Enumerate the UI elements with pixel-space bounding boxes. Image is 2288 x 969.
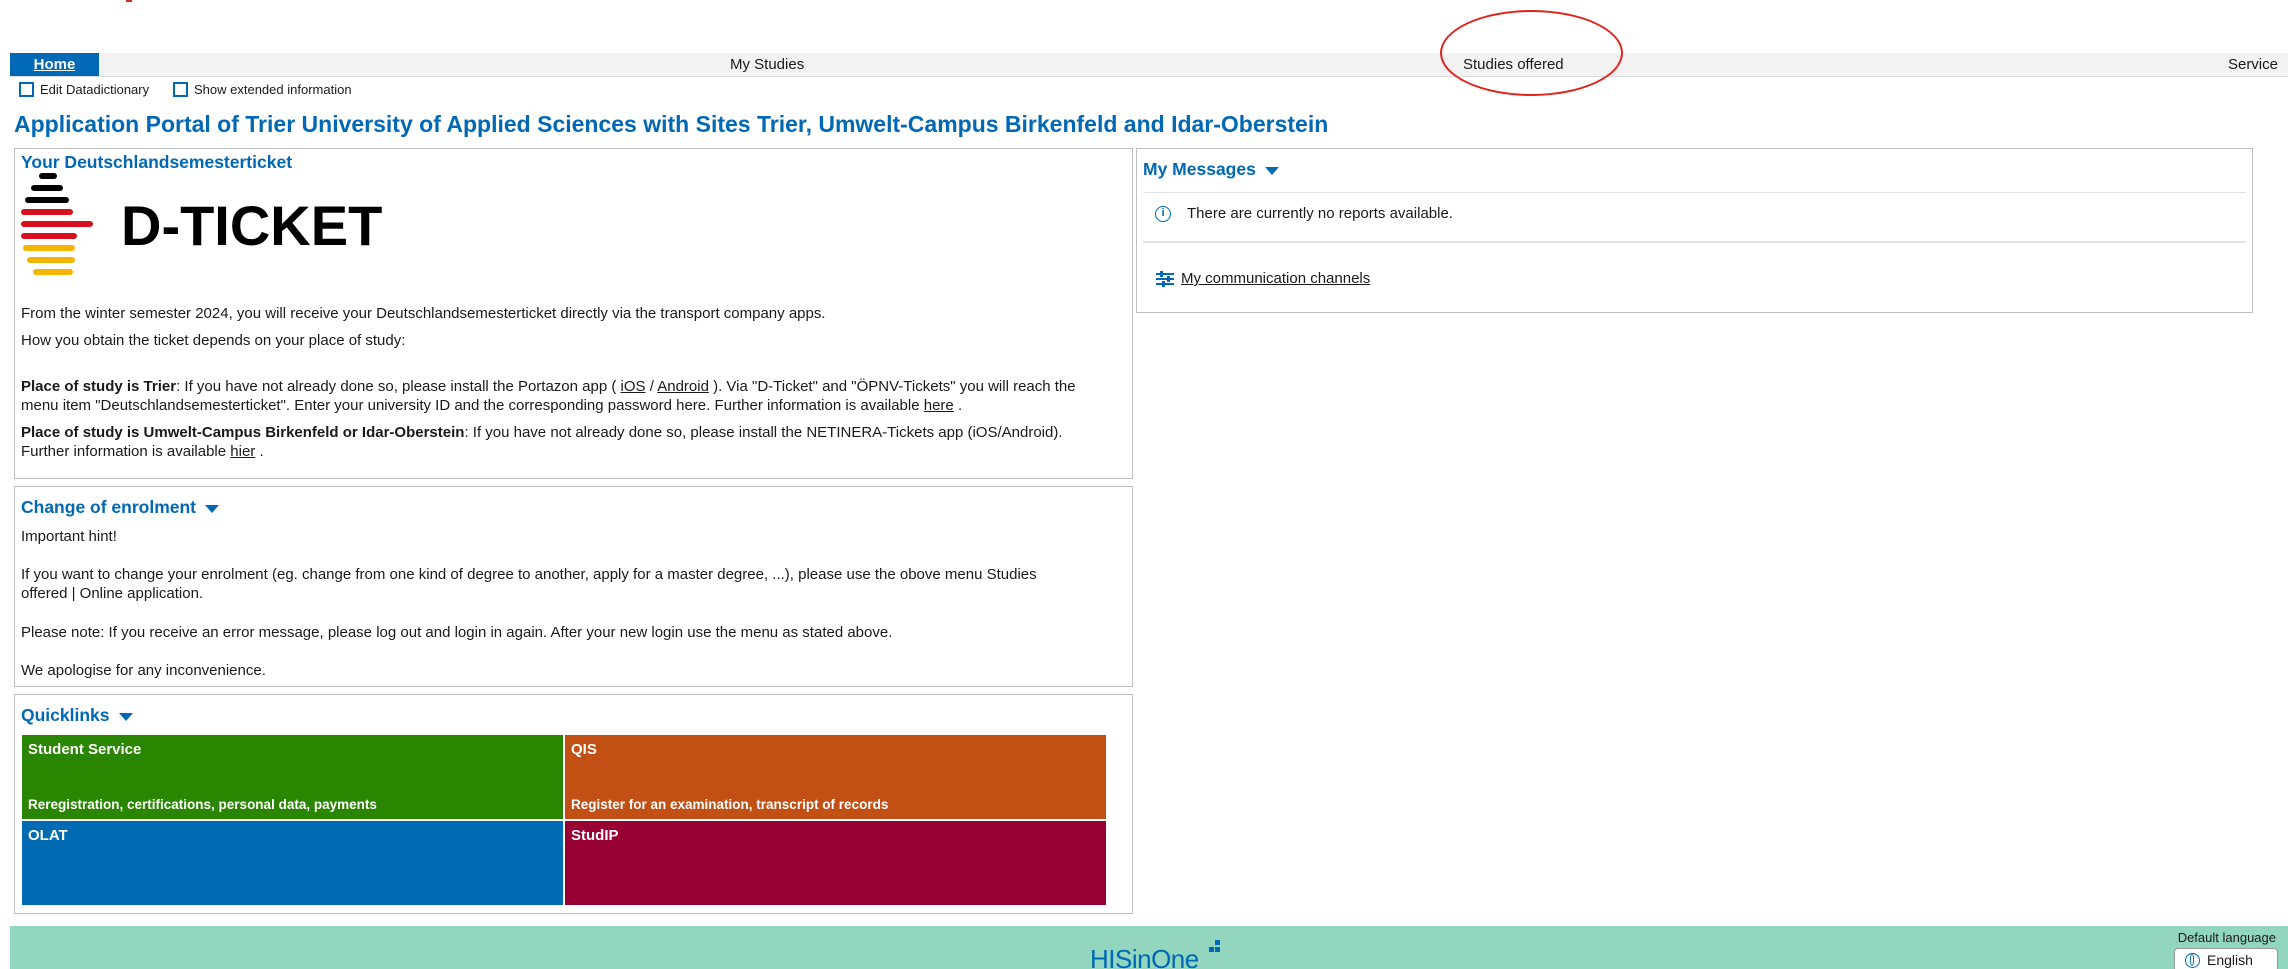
- dticket-panel: Your Deutschlandsemesterticket D-TICKET …: [14, 148, 1133, 479]
- quicklink-olat[interactable]: OLAT: [22, 821, 563, 905]
- ios-link[interactable]: iOS: [621, 378, 646, 395]
- enrolment-line-2: offered | Online application.: [21, 585, 204, 602]
- language-label: Default language: [2177, 930, 2276, 945]
- globe-icon: [2185, 952, 2200, 968]
- checkbox[interactable]: [173, 82, 188, 97]
- chevron-down-icon[interactable]: [205, 505, 220, 514]
- quicklinks-header[interactable]: Quicklinks: [21, 705, 133, 726]
- nav-home[interactable]: Home: [10, 53, 99, 76]
- dticket-panel-title: Your Deutschlandsemesterticket: [21, 152, 293, 172]
- chevron-down-icon[interactable]: [118, 713, 133, 722]
- enrolment-hint: Important hint!: [21, 528, 117, 545]
- quicklink-studip[interactable]: StudIP: [565, 821, 1106, 905]
- trier-text-b: ). Via "D-Ticket" and "ÖPNV-Tickets" you…: [708, 378, 1076, 395]
- quicklinks-title: Quicklinks: [21, 705, 110, 725]
- dticket-intro-2: How you obtain the ticket depends on you…: [21, 332, 406, 349]
- enrolment-line-1: If you want to change your enrolment (eg…: [21, 566, 1037, 583]
- dticket-ucb-paragraph: Place of study is Umwelt-Campus Birkenfe…: [21, 423, 1131, 461]
- tile-subtitle: Register for an examination, transcript …: [571, 797, 889, 812]
- communication-channels-link[interactable]: My communication channels: [1155, 270, 1370, 287]
- tile-subtitle: Reregistration, certifications, personal…: [28, 797, 377, 812]
- dticket-logo: D-TICKET: [21, 173, 382, 275]
- messages-panel: My Messages i There are currently no rep…: [1136, 148, 2253, 313]
- quicklink-student-service[interactable]: Student Service Reregistration, certific…: [22, 735, 563, 819]
- main-navigation: Home My Studies Studies offered Service: [10, 53, 2288, 77]
- messages-title: My Messages: [1143, 159, 1256, 179]
- show-extended-toggle[interactable]: Show extended information: [173, 82, 352, 97]
- language-select[interactable]: English: [2174, 948, 2278, 969]
- info-icon: i: [1155, 205, 1171, 222]
- header-logo-fragment: [126, 0, 132, 2]
- trier-text-a: : If you have not already done so, pleas…: [176, 378, 621, 395]
- hier-link[interactable]: hier: [230, 443, 255, 460]
- checkbox[interactable]: [19, 82, 34, 97]
- divider: [1143, 241, 2246, 243]
- page-title: Application Portal of Trier University o…: [14, 111, 1329, 137]
- divider: [1143, 192, 2246, 193]
- messages-header[interactable]: My Messages: [1143, 159, 1279, 180]
- enrolment-line-3: Please note: If you receive an error mes…: [21, 624, 893, 641]
- communication-channels-label: My communication channels: [1181, 270, 1371, 287]
- dticket-intro-1: From the winter semester 2024, you will …: [21, 305, 826, 322]
- sliders-icon: [1156, 270, 1174, 287]
- ucb-text-a: : If you have not already done so, pleas…: [464, 424, 1063, 441]
- messages-empty-row: i There are currently no reports availab…: [1155, 205, 1453, 222]
- period: .: [255, 443, 264, 460]
- quicklink-qis[interactable]: QIS Register for an examination, transcr…: [565, 735, 1106, 819]
- footer: HISinOne Default language English: [10, 926, 2288, 969]
- enrolment-paragraph-1: If you want to change your enrolment (eg…: [21, 565, 1131, 603]
- language-value: English: [2207, 952, 2253, 968]
- enrolment-panel: Change of enrolment Important hint! If y…: [14, 486, 1133, 687]
- period: .: [953, 397, 963, 414]
- dticket-logo-text: D-TICKET: [121, 194, 382, 257]
- tile-title: Student Service: [28, 741, 142, 758]
- enrolment-line-4: We apologise for any inconvenience.: [21, 662, 266, 679]
- trier-text-c: menu item "Deutschlandsemesterticket". E…: [21, 397, 924, 414]
- dticket-trier-paragraph: Place of study is Trier: If you have not…: [21, 377, 1131, 415]
- nav-my-studies[interactable]: My Studies: [730, 53, 804, 76]
- trier-label: Place of study is Trier: [21, 378, 177, 395]
- tile-title: OLAT: [28, 827, 68, 844]
- quicklinks-panel: Quicklinks Student Service Reregistratio…: [14, 694, 1133, 914]
- tile-title: QIS: [571, 741, 597, 758]
- page-root: Home My Studies Studies offered Service …: [0, 0, 2288, 969]
- ucb-text-b: Further information is available: [21, 443, 231, 460]
- nav-studies-offered[interactable]: Studies offered: [1463, 53, 1564, 76]
- enrolment-title: Change of enrolment: [21, 497, 197, 517]
- here-link[interactable]: here: [924, 397, 954, 414]
- hisinone-logo: HISinOne: [1090, 944, 1199, 969]
- android-link[interactable]: Android: [657, 378, 709, 395]
- edit-datadictionary-label: Edit Datadictionary: [40, 82, 150, 97]
- enrolment-header[interactable]: Change of enrolment: [21, 497, 220, 518]
- chevron-down-icon[interactable]: [1264, 167, 1279, 176]
- nav-service[interactable]: Service: [2228, 53, 2278, 76]
- show-extended-label: Show extended information: [194, 82, 352, 97]
- ucb-label: Place of study is Umwelt-Campus Birkenfe…: [21, 424, 465, 441]
- slash: /: [645, 378, 658, 395]
- tile-title: StudIP: [571, 827, 619, 844]
- messages-empty-text: There are currently no reports available…: [1187, 205, 1453, 222]
- edit-datadictionary-toggle[interactable]: Edit Datadictionary: [19, 82, 149, 97]
